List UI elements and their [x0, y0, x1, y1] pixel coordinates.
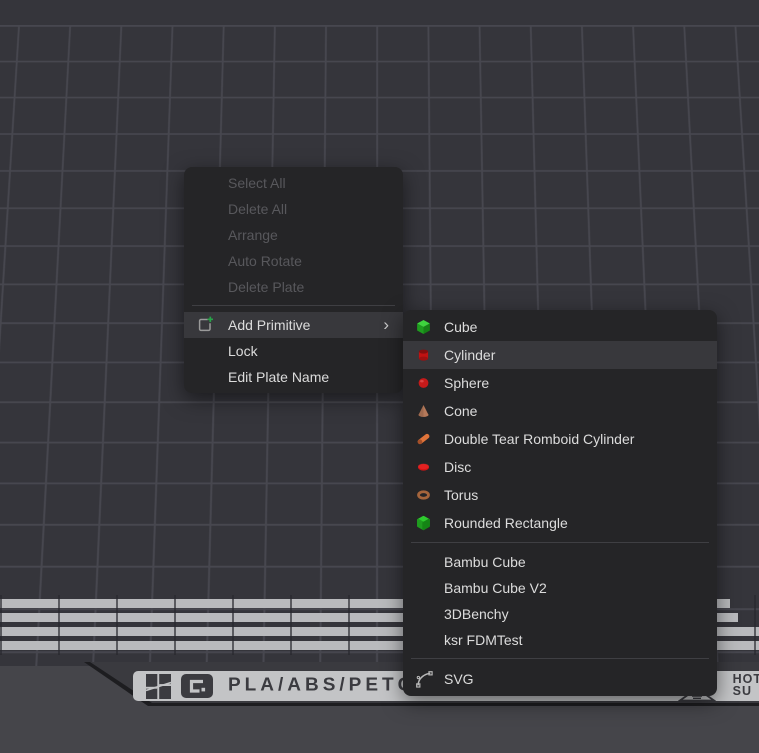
- menu-item-lock[interactable]: Lock: [184, 338, 403, 364]
- cylinder-icon: [415, 347, 432, 364]
- menu-item-select-all: Select All: [184, 170, 403, 196]
- menu-item-label: Lock: [228, 343, 258, 359]
- plate-material-label: PLA/ABS/PETG: [228, 676, 416, 697]
- menu-item-cylinder[interactable]: Cylinder: [403, 341, 717, 369]
- menu-item-auto-rotate: Auto Rotate: [184, 248, 403, 274]
- menu-item-delete-all: Delete All: [184, 196, 403, 222]
- menu-item-label: Rounded Rectangle: [444, 515, 568, 531]
- menu-item-label: Select All: [228, 175, 286, 191]
- menu-item-ksr-fdmtest[interactable]: ksr FDMTest: [403, 627, 717, 653]
- cone-icon: [415, 403, 432, 420]
- menu-item-label: Add Primitive: [228, 317, 310, 333]
- torus-icon: [415, 487, 432, 504]
- add-primitive-icon: [195, 315, 215, 335]
- menu-item-torus[interactable]: Torus: [403, 481, 717, 509]
- menu-item-label: Torus: [444, 487, 478, 503]
- menu-separator: [411, 658, 709, 660]
- disc-icon: [415, 459, 432, 476]
- double-tear-romboid-cylinder-icon: [415, 431, 432, 448]
- menu-item-edit-plate-name[interactable]: Edit Plate Name: [184, 364, 403, 390]
- bambu-grid-logo-icon: [146, 674, 171, 699]
- menu-item-label: Bambu Cube V2: [444, 580, 547, 596]
- menu-item-delete-plate: Delete Plate: [184, 274, 403, 300]
- menu-item-label: SVG: [444, 671, 474, 687]
- menu-item-add-primitive[interactable]: Add Primitive ›: [184, 312, 403, 338]
- menu-item-sphere[interactable]: Sphere: [403, 369, 717, 397]
- menu-item-label: Auto Rotate: [228, 253, 302, 269]
- menu-item-rounded-rectangle[interactable]: Rounded Rectangle: [403, 509, 717, 537]
- menu-item-label: Delete All: [228, 201, 287, 217]
- svg-path-icon: [415, 670, 434, 689]
- hot-surface-warning-text: HOT SU: [733, 673, 759, 697]
- menu-item-label: Double Tear Romboid Cylinder: [444, 431, 634, 447]
- menu-separator: [411, 542, 709, 544]
- menu-item-label: 3DBenchy: [444, 606, 509, 622]
- menu-item-label: Bambu Cube: [444, 554, 526, 570]
- menu-item-bambu-cube[interactable]: Bambu Cube: [403, 549, 717, 575]
- menu-item-cube[interactable]: Cube: [403, 313, 717, 341]
- menu-item-double-tear-romboid-cylinder[interactable]: Double Tear Romboid Cylinder: [403, 425, 717, 453]
- menu-item-3dbenchy[interactable]: 3DBenchy: [403, 601, 717, 627]
- menu-item-bambu-cube-v2[interactable]: Bambu Cube V2: [403, 575, 717, 601]
- menu-item-cone[interactable]: Cone: [403, 397, 717, 425]
- cube-icon: [415, 319, 432, 336]
- menu-item-disc[interactable]: Disc: [403, 453, 717, 481]
- viewport-3d: PLA/ABS/PETG HOT SU Select All Delete All…: [0, 0, 759, 753]
- sphere-icon: [415, 375, 432, 392]
- plate-type-logo-icon: [180, 673, 214, 699]
- menu-item-arrange: Arrange: [184, 222, 403, 248]
- menu-item-label: Cylinder: [444, 347, 495, 363]
- rounded-rectangle-icon: [415, 515, 432, 532]
- menu-item-label: ksr FDMTest: [444, 632, 523, 648]
- menu-item-label: Edit Plate Name: [228, 369, 329, 385]
- add-primitive-submenu: Cube Cylinder Sphere Cone Double Tear Ro…: [403, 310, 717, 696]
- menu-item-label: Sphere: [444, 375, 489, 391]
- menu-item-label: Delete Plate: [228, 279, 304, 295]
- chevron-right-icon: ›: [383, 316, 389, 333]
- menu-item-label: Cube: [444, 319, 477, 335]
- menu-item-svg[interactable]: SVG: [403, 665, 717, 693]
- menu-item-label: Cone: [444, 403, 477, 419]
- menu-item-label: Disc: [444, 459, 471, 475]
- menu-separator: [192, 305, 395, 307]
- hot-surface-line2: SU: [733, 685, 759, 697]
- plate-context-menu: Select All Delete All Arrange Auto Rotate De…: [184, 167, 403, 393]
- menu-item-label: Arrange: [228, 227, 278, 243]
